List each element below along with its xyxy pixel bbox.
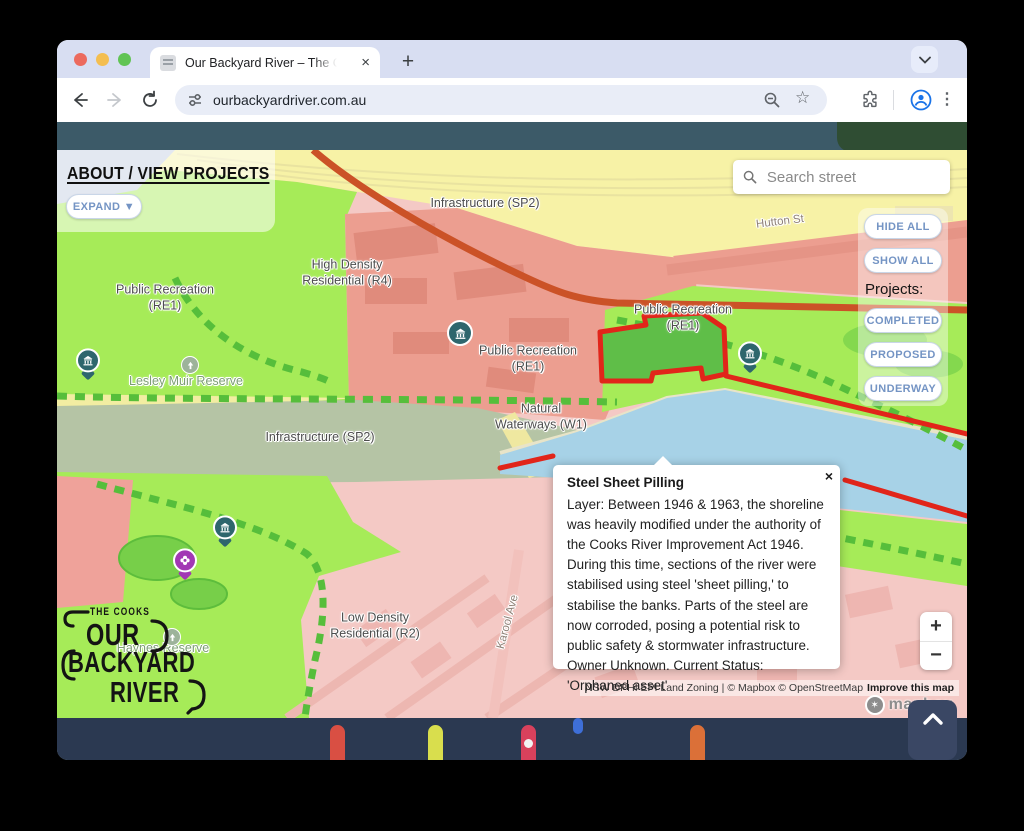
scroll-to-top-button[interactable] (908, 700, 957, 760)
popup-body: Layer: Between 1946 & 1963, the shorelin… (567, 495, 826, 696)
chevron-up-icon (922, 712, 944, 726)
traffic-light-close[interactable] (74, 53, 87, 66)
bank-icon (213, 515, 237, 539)
hide-all-button[interactable]: HIDE ALL (864, 214, 942, 239)
popup-anchor-tip (653, 456, 673, 466)
show-all-button[interactable]: SHOW ALL (864, 248, 942, 273)
kayak-yellow (428, 725, 443, 760)
poi-pin-teal-3[interactable] (737, 340, 763, 374)
zone-label-natural-waterways: Natural Waterways (W1) (495, 401, 587, 432)
popup-title: Steel Sheet Pilling (567, 475, 826, 490)
url-text: ourbackyardriver.com.au (213, 92, 366, 108)
poi-pin-teal-1[interactable] (75, 347, 101, 381)
about-view-projects-link[interactable]: ABOUT / VIEW PROJECTS (67, 163, 269, 184)
zone-label-low-density: Low Density Residential (R2) (330, 610, 420, 641)
bookmark-star-icon[interactable]: ☆ (795, 88, 813, 106)
layers-panel: HIDE ALL SHOW ALL Projects: COMPLETED PR… (858, 208, 948, 406)
logo-line-river: RIVER (110, 677, 179, 710)
improve-map-link[interactable]: Improve this map (867, 682, 954, 694)
traffic-light-zoom[interactable] (118, 53, 131, 66)
screenshot-stage: Our Backyard River – The Coo × + (0, 0, 1024, 831)
kayak-red (330, 725, 345, 760)
zoom-in-button[interactable]: + (920, 612, 952, 642)
flower-icon (173, 548, 197, 572)
zoom-out-page-icon[interactable] (763, 91, 781, 109)
completed-filter-button[interactable]: COMPLETED (864, 308, 942, 333)
new-tab-button[interactable]: + (393, 47, 423, 77)
tab-our-backyard-river[interactable]: Our Backyard River – The Coo × (150, 47, 380, 78)
bank-icon (738, 341, 762, 365)
profile-avatar-icon (910, 89, 932, 111)
site-logo: THE COOKS OUR BACKYARD RIVER (60, 606, 234, 716)
poi-pin-teal-2[interactable] (212, 514, 238, 548)
toolbar-divider (893, 90, 894, 110)
browser-window: Our Backyard River – The Coo × + (57, 40, 967, 760)
about-panel: ABOUT / VIEW PROJECTS EXPAND ▼ (57, 150, 275, 232)
search-input[interactable] (765, 168, 940, 187)
background-photo-trees (837, 122, 967, 152)
traffic-light-minimize[interactable] (96, 53, 109, 66)
projects-label: Projects: (865, 281, 923, 298)
back-button[interactable] (69, 89, 91, 111)
browser-toolbar: ourbackyardriver.com.au ☆ (57, 78, 967, 122)
zone-label-public-recreation-center: Public Recreation (RE1) (479, 343, 577, 374)
zoning-map[interactable]: Infrastructure (SP2) High Density Reside… (57, 150, 967, 718)
kayak-orange (690, 725, 705, 760)
tab-favicon (160, 55, 176, 71)
map-zoom-control: + − (920, 612, 952, 670)
expand-button[interactable]: EXPAND ▼ (66, 194, 142, 219)
tab-search-button[interactable] (911, 46, 938, 73)
zone-label-public-recreation-right: Public Recreation (RE1) (634, 302, 732, 333)
park-label-lesley-muir: Lesley Muir Reserve (129, 374, 243, 390)
profile-button[interactable] (910, 89, 932, 111)
reload-icon (140, 90, 160, 110)
search-icon (743, 169, 757, 185)
zone-label-infrastructure-top: Infrastructure (SP2) (430, 196, 539, 212)
museum-marker[interactable] (447, 320, 473, 346)
zone-label-high-density: High Density Residential (R4) (302, 257, 392, 288)
zone-label-infrastructure-mid: Infrastructure (SP2) (265, 430, 374, 446)
reload-button[interactable] (139, 89, 161, 111)
tab-close-icon[interactable]: × (361, 55, 370, 70)
tab-bar: Our Backyard River – The Coo × + (57, 40, 967, 78)
forward-button[interactable] (104, 89, 126, 111)
street-search (733, 160, 950, 194)
underway-filter-button[interactable]: UNDERWAY (864, 376, 942, 401)
bank-icon (454, 327, 467, 340)
zoom-out-button[interactable]: − (920, 642, 952, 671)
poi-pin-purple[interactable] (172, 547, 198, 581)
mapbox-logo-icon: ✶ (865, 695, 885, 715)
chevron-down-icon (919, 56, 931, 64)
extensions-button[interactable] (859, 89, 881, 111)
proposed-filter-button[interactable]: PROPOSED (864, 342, 942, 367)
background-photo-kayaks (57, 718, 967, 760)
back-arrow-icon (70, 90, 90, 110)
park-icon (181, 356, 199, 374)
logo-line-backyard: BACKYARD (68, 647, 195, 680)
tab-title: Our Backyard River – The Coo (185, 54, 337, 72)
address-bar[interactable]: ourbackyardriver.com.au ☆ (175, 85, 827, 115)
zone-label-public-recreation-left: Public Recreation (RE1) (116, 282, 214, 313)
site-settings-icon[interactable] (187, 92, 203, 108)
forward-arrow-icon (105, 90, 125, 110)
browser-menu-button[interactable]: ⋮ (939, 88, 955, 112)
popup-close-icon[interactable]: × (825, 468, 833, 484)
kayak-blue (573, 718, 583, 734)
puzzle-icon (860, 90, 880, 110)
kayak-pink (521, 725, 536, 760)
feature-popup: × Steel Sheet Pilling Layer: Between 194… (553, 465, 840, 669)
page-content: Infrastructure (SP2) High Density Reside… (57, 122, 967, 760)
bank-icon (76, 348, 100, 372)
